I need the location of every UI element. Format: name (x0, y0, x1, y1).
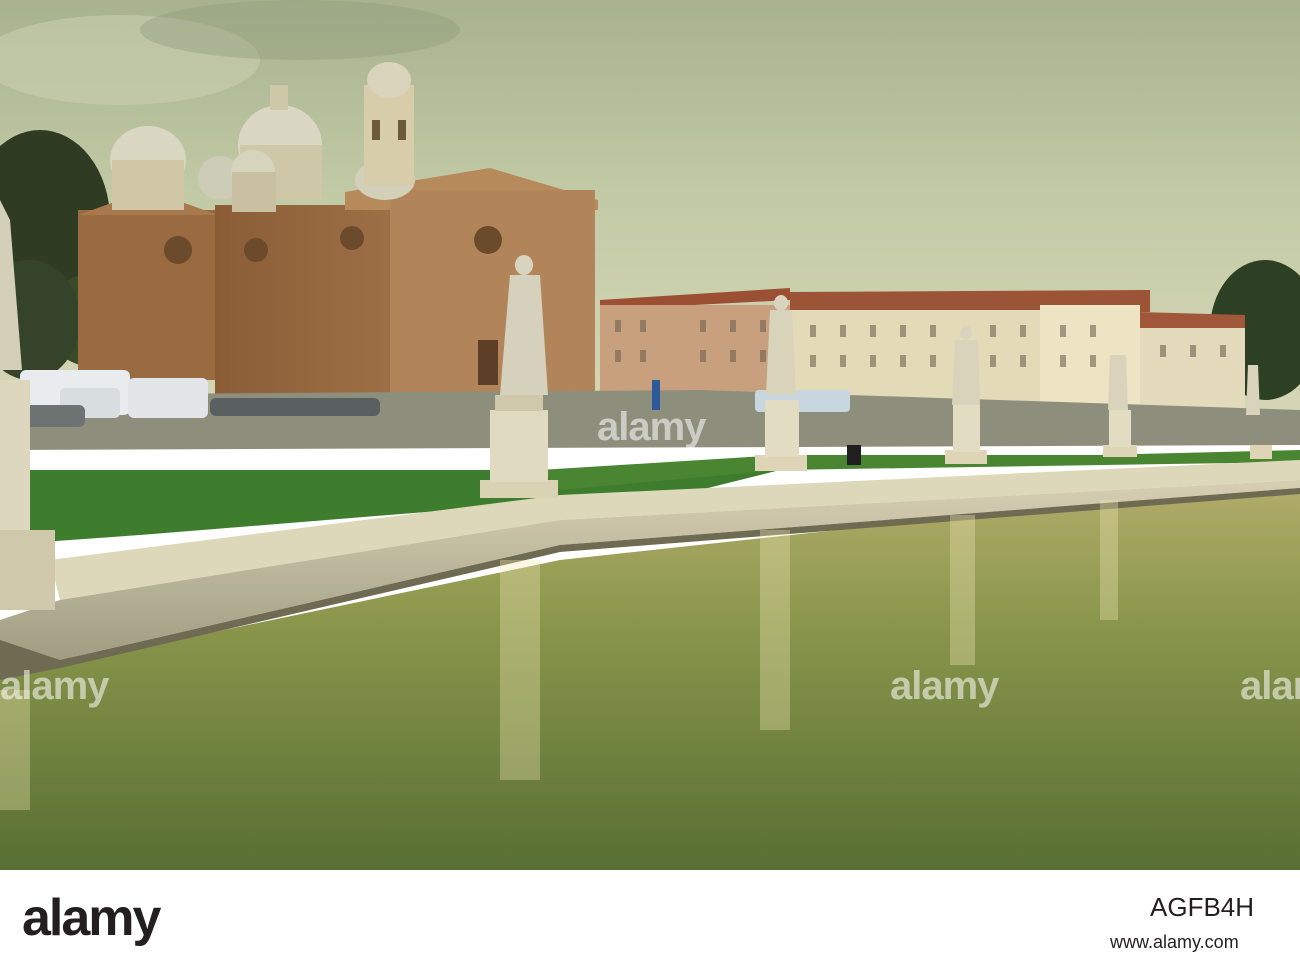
site-url[interactable]: www.alamy.com (1110, 932, 1239, 953)
image-frame: alamy alamy alamy alamy alamy AGFB4H www… (0, 0, 1300, 960)
photograph: alamy alamy alamy alamy (0, 0, 1300, 870)
watermark-lower: alamy (890, 664, 999, 708)
footer-bar (0, 870, 1300, 960)
brand-logo[interactable]: alamy (22, 888, 161, 948)
trash-bin (847, 445, 861, 465)
watermark-center: alamy (597, 405, 706, 449)
image-reference: AGFB4H (1150, 892, 1255, 922)
watermark-right: alamy (1240, 664, 1300, 708)
watermark-left: alamy (0, 664, 109, 708)
